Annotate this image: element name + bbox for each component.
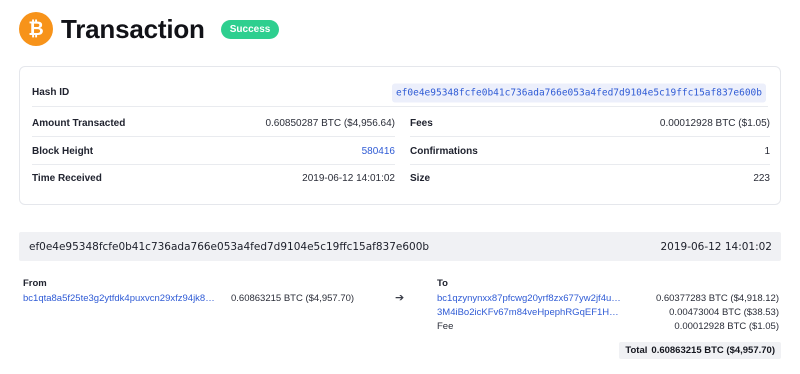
total-box: Total 0.60863215 BTC ($4,957.70) bbox=[619, 342, 781, 359]
from-amount: 0.60863215 BTC ($4,957.70) bbox=[231, 293, 355, 304]
fee-row: Fee 0.00012928 BTC ($1.05) bbox=[437, 321, 779, 332]
page-header: ₿ Transaction Success bbox=[19, 11, 280, 47]
output-address-link[interactable]: 3M4iBo2icKFv67m84veHpephRGqEF1HqBd bbox=[437, 307, 622, 318]
output-amount: 0.00473004 BTC ($38.53) bbox=[669, 307, 779, 318]
amount-label: Amount Transacted bbox=[32, 117, 126, 129]
output-row: 3M4iBo2icKFv67m84veHpephRGqEF1HqBd 0.004… bbox=[437, 307, 779, 318]
svg-text:₿: ₿ bbox=[28, 18, 43, 40]
fee-label: Fee bbox=[437, 321, 454, 332]
arrow-right-icon: ➔ bbox=[395, 292, 405, 304]
confirmations-label: Confirmations bbox=[410, 145, 478, 157]
hash-value[interactable]: ef0e4e95348fcfe0b41c736ada766e053a4fed7d… bbox=[391, 83, 766, 102]
size-value: 223 bbox=[753, 172, 770, 184]
tx-time: 2019-06-12 14:01:02 bbox=[660, 240, 772, 253]
block-confirmations-row: Block Height 580416 Confirmations 1 bbox=[32, 137, 770, 165]
from-address-link[interactable]: bc1qta8a5f25te3g2ytfdk4puxvcn29xfz94jk8… bbox=[23, 293, 218, 304]
page-title: Transaction bbox=[61, 13, 205, 44]
total-label: Total bbox=[625, 345, 648, 356]
transaction-summary-card: Hash ID ef0e4e95348fcfe0b41c736ada766e05… bbox=[19, 66, 781, 205]
size-label: Size bbox=[410, 172, 431, 184]
hash-row: Hash ID ef0e4e95348fcfe0b41c736ada766e05… bbox=[32, 79, 768, 107]
output-amount: 0.60377283 BTC ($4,918.12) bbox=[655, 293, 779, 304]
total-amount: 0.60863215 BTC ($4,957.70) bbox=[651, 345, 775, 356]
status-badge: Success bbox=[220, 19, 280, 39]
fee-amount: 0.00012928 BTC ($1.05) bbox=[674, 321, 779, 332]
from-label: From bbox=[23, 278, 47, 289]
hash-label: Hash ID bbox=[32, 87, 70, 98]
amount-fees-row: Amount Transacted 0.60850287 BTC ($4,956… bbox=[32, 109, 770, 137]
output-row: bc1qzynynxx87pfcwg20yrf8zx677yw2jf4ueg… … bbox=[437, 293, 779, 304]
time-received-label: Time Received bbox=[32, 172, 102, 184]
block-height-label: Block Height bbox=[32, 145, 94, 157]
fees-label: Fees bbox=[410, 117, 433, 129]
time-size-row: Time Received 2019-06-12 14:01:02 Size 2… bbox=[32, 164, 770, 192]
fees-value: 0.00012928 BTC ($1.05) bbox=[659, 117, 770, 129]
output-address-link[interactable]: bc1qzynynxx87pfcwg20yrf8zx677yw2jf4ueg… bbox=[437, 293, 622, 304]
tx-detail-body: From bc1qta8a5f25te3g2ytfdk4puxvcn29xfz9… bbox=[19, 270, 781, 370]
time-received-value: 2019-06-12 14:01:02 bbox=[302, 172, 395, 184]
bitcoin-icon: ₿ bbox=[19, 12, 53, 46]
amount-value: 0.60850287 BTC ($4,956.64) bbox=[265, 117, 395, 129]
confirmations-value: 1 bbox=[764, 145, 770, 157]
block-height-link[interactable]: 580416 bbox=[362, 146, 395, 157]
to-label: To bbox=[437, 278, 448, 289]
tx-detail-header: ef0e4e95348fcfe0b41c736ada766e053a4fed7d… bbox=[19, 232, 781, 261]
tx-hash: ef0e4e95348fcfe0b41c736ada766e053a4fed7d… bbox=[29, 240, 430, 253]
